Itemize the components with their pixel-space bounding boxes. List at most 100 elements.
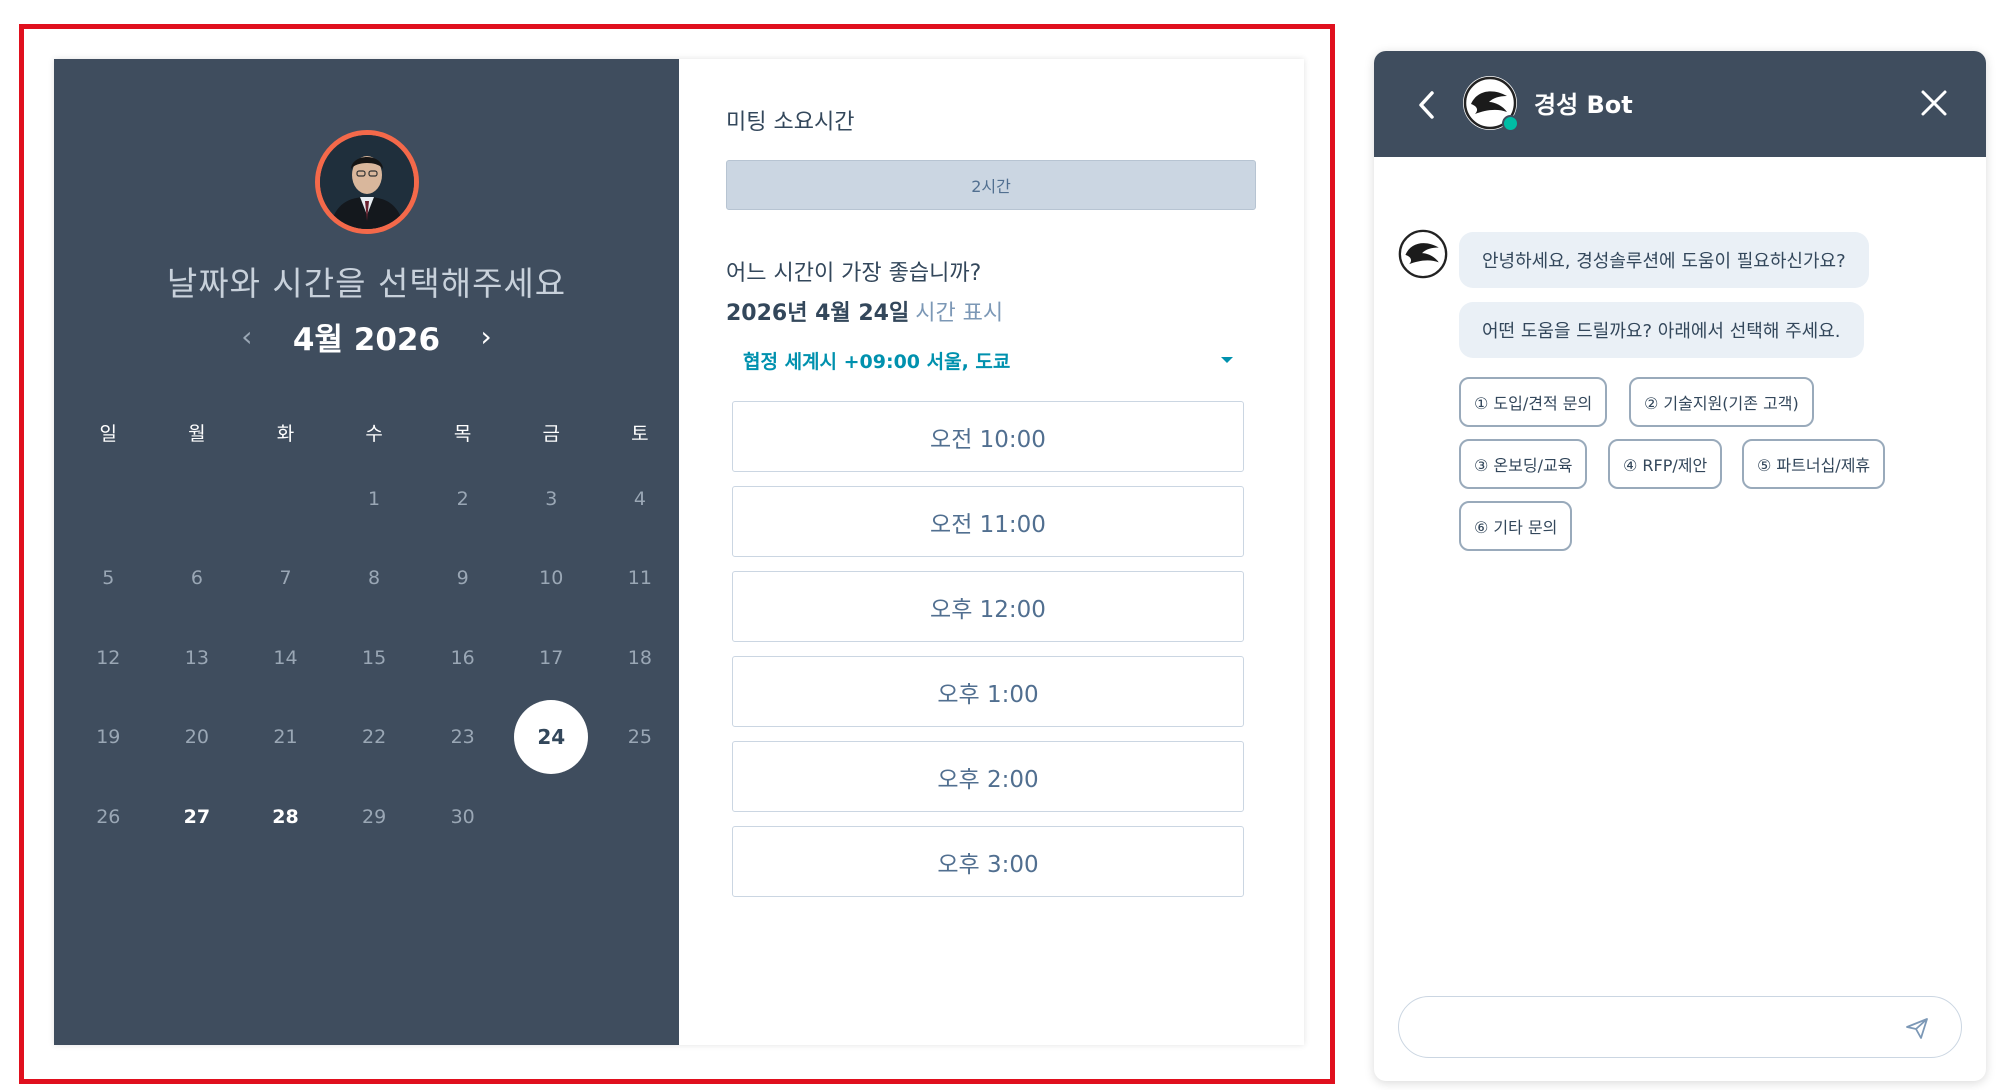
timezone-value: 협정 세계시 +09:00 서울, 도쿄 [743, 350, 1011, 373]
calendar-blank [64, 459, 153, 539]
calendar-day: 26 [64, 777, 153, 857]
prev-month-icon[interactable]: ‹ [235, 320, 259, 353]
day-number: 20 [184, 726, 209, 749]
calendar-day: 30 [418, 777, 507, 857]
day-number: 13 [184, 646, 209, 669]
day-number: 30 [450, 805, 475, 828]
time-slot-button[interactable]: 오후 1:00 [732, 656, 1244, 727]
back-arrow-icon[interactable] [1412, 85, 1442, 125]
calendar-day: 5 [64, 539, 153, 619]
time-slot-list: 오전 10:00 오전 11:00 오후 12:00 오후 1:00 오후 2:00 오후… [732, 401, 1244, 911]
calendar-day: 23 [418, 698, 507, 778]
day-number: 12 [96, 646, 121, 669]
calendar-day: 3 [507, 459, 596, 539]
calendar-day: 11 [596, 539, 685, 619]
calendar-day: 20 [153, 698, 242, 778]
day-number: 4 [633, 487, 646, 510]
timezone-select[interactable]: 협정 세계시 +09:00 서울, 도쿄 [743, 342, 1243, 378]
caret-down-icon [1221, 357, 1233, 363]
day-number: 6 [190, 567, 203, 590]
chat-input[interactable] [1398, 996, 1962, 1058]
day-number: 24 [514, 700, 589, 775]
calendar-day: 21 [241, 698, 330, 778]
calendar-day: 7 [241, 539, 330, 619]
day-number: 23 [450, 726, 475, 749]
calendar-day: 25 [596, 698, 685, 778]
duration-button[interactable]: 2시간 [726, 160, 1256, 210]
calendar-day: 12 [64, 618, 153, 698]
day-number: 18 [627, 646, 652, 669]
calendar-panel: 날짜와 시간을 선택해주세요 ‹ 4월 2026 › 일월화수목금토123456… [54, 59, 679, 1045]
calendar-day: 10 [507, 539, 596, 619]
time-slot-button[interactable]: 오후 3:00 [732, 826, 1244, 897]
calendar-grid: 일 월 화 수 목 금 토 1 2 3 4 5 6 7 8 9 10 11 12 13 14 15 16 17 18 19 20 21… [64, 409, 684, 857]
time-slot-button[interactable]: 오전 10:00 [732, 401, 1244, 472]
day-number: 3 [545, 487, 558, 510]
option-button[interactable]: ⑤ 파트너십/제휴 [1742, 439, 1886, 489]
day-number: 26 [96, 805, 121, 828]
day-number: 22 [361, 726, 387, 749]
option-button[interactable]: ② 기술지원(기존 고객) [1629, 377, 1814, 427]
calendar-day: 13 [153, 618, 242, 698]
calendar-title: 날짜와 시간을 선택해주세요 [166, 264, 567, 303]
calendar-day: 14 [241, 618, 330, 698]
bot-message: 어떤 도움을 드릴까요? 아래에서 선택해 주세요. [1459, 302, 1864, 358]
next-month-icon[interactable]: › [474, 320, 498, 353]
calendar-day: 15 [330, 618, 419, 698]
chat-widget: 경성 Bot 안녕하세요, 경성솔루션에 도움이 필요하신가요? 어떤 도움을 … [1374, 51, 1986, 1081]
calendar-day: 9 [418, 539, 507, 619]
calendar-day: 6 [153, 539, 242, 619]
weekday-label: 일 [99, 423, 118, 445]
calendar-day: 29 [330, 777, 419, 857]
month-label: 4월 2026 [292, 321, 441, 358]
host-avatar [315, 130, 419, 234]
day-number: 1 [368, 487, 381, 510]
time-slot-button[interactable]: 오전 11:00 [732, 486, 1244, 557]
selected-date: 2026년 4월 24일 [726, 301, 910, 326]
weekday-label: 수 [365, 423, 383, 445]
bot-avatar [1463, 76, 1519, 132]
option-button[interactable]: ④ RFP/제안 [1608, 439, 1723, 489]
bot-message: 안녕하세요, 경성솔루션에 도움이 필요하신가요? [1459, 232, 1869, 288]
close-icon[interactable] [1919, 88, 1949, 118]
calendar-day: 22 [330, 698, 419, 778]
calendar-day: 8 [330, 539, 419, 619]
calendar-day: 4 [596, 459, 685, 539]
day-number: 9 [456, 567, 469, 590]
message-bot-avatar [1398, 229, 1448, 279]
day-number: 2 [456, 487, 469, 510]
calendar-day[interactable]: 28 [241, 777, 330, 857]
time-slot-button[interactable]: 오후 2:00 [732, 741, 1244, 812]
weekday-label: 금 [542, 423, 560, 445]
option-button[interactable]: ③ 온보딩/교육 [1459, 439, 1588, 489]
bot-name: 경성 Bot [1534, 91, 1633, 119]
time-slot-button[interactable]: 오후 12:00 [732, 571, 1244, 642]
day-number: 16 [450, 646, 475, 669]
selected-day[interactable]: 24 [507, 698, 596, 778]
calendar-day: 17 [507, 618, 596, 698]
calendar-day: 16 [418, 618, 507, 698]
option-button[interactable]: ⑥ 기타 문의 [1459, 501, 1573, 551]
time-question: 어느 시간이 가장 좋습니까? [726, 261, 982, 286]
day-number: 19 [96, 726, 121, 749]
option-button[interactable]: ① 도입/견적 문의 [1459, 377, 1608, 427]
day-number: 14 [273, 646, 298, 669]
day-number: 21 [273, 726, 298, 749]
meeting-scheduler: 날짜와 시간을 선택해주세요 ‹ 4월 2026 › 일월화수목금토123456… [54, 59, 1304, 1045]
weekday-label: 토 [631, 423, 649, 445]
time-slot-panel: 미팅 소요시간 2시간 어느 시간이 가장 좋습니까? 2026년 4월 24일… [679, 59, 1304, 1045]
month-navigation: ‹ 4월 2026 › [54, 311, 679, 361]
day-number: 7 [279, 567, 292, 590]
calendar-day: 18 [596, 618, 685, 698]
calendar-day: 1 [330, 459, 419, 539]
weekday-label: 화 [276, 423, 295, 445]
day-number: 8 [368, 567, 381, 590]
duration-label: 미팅 소요시간 [726, 110, 855, 135]
send-icon[interactable] [1903, 1014, 1931, 1042]
selected-date-line: 2026년 4월 24일 시간 표시 [726, 295, 1003, 327]
calendar-blank [153, 459, 242, 539]
day-number: 15 [361, 646, 387, 669]
calendar-day[interactable]: 27 [153, 777, 242, 857]
calendar-day: 2 [418, 459, 507, 539]
day-number: 29 [361, 805, 387, 828]
